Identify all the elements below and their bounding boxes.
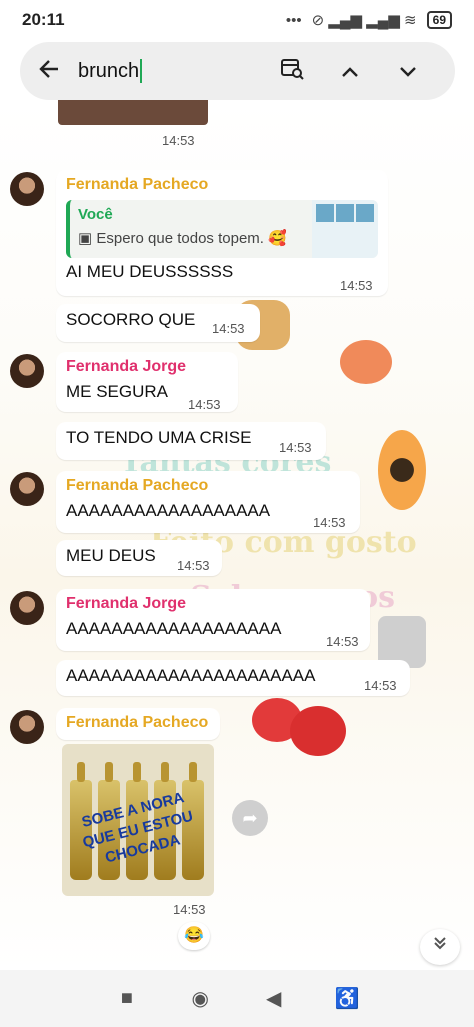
message-text: AAAAAAAAAAAAAAAAAA [66, 501, 271, 520]
image-icon: ▣ [78, 230, 97, 247]
calendar-search-icon[interactable] [263, 56, 321, 86]
message-text: AI MEU DEUSSSSSS [66, 262, 234, 281]
quote-text-value: Espero que todos topem. 🥰 [96, 230, 287, 247]
message-time: 14:53 [177, 558, 210, 573]
chevron-up-icon[interactable] [321, 58, 379, 84]
message-time: 14:53 [212, 321, 245, 336]
avatar[interactable] [10, 354, 44, 388]
message-time: 14:53 [279, 440, 312, 455]
message-time: 14:53 [188, 397, 221, 412]
previous-image-message[interactable] [58, 100, 208, 125]
status-bar: 20:11 ••• ⊘ ▂▄▆ ▂▄▆ ≋ 69 [0, 0, 474, 40]
recents-square-icon[interactable]: ■ [107, 987, 147, 1010]
search-input[interactable]: brunch [78, 59, 263, 83]
scroll-down-icon[interactable] [420, 929, 460, 965]
message-time: 14:53 [162, 133, 195, 148]
message-bubble[interactable]: Fernanda Jorge AAAAAAAAAAAAAAAAAAA [56, 589, 370, 651]
accessibility-icon[interactable]: ♿ [327, 986, 367, 1011]
message-text: AAAAAAAAAAAAAAAAAAAAAA [66, 666, 316, 685]
quote-thumbnail [312, 200, 378, 258]
sender-name: Fernanda Pacheco [66, 176, 209, 193]
message-bubble[interactable]: Fernanda Pacheco Você ▣ Espero que todos… [56, 170, 388, 296]
avatar[interactable] [10, 172, 44, 206]
more-dots-icon: ••• [285, 11, 302, 29]
quoted-message[interactable]: Você ▣ Espero que todos topem. 🥰 [66, 200, 378, 258]
status-icons: ••• ⊘ ▂▄▆ ▂▄▆ ≋ 69 [286, 11, 452, 29]
search-bar: brunch [20, 42, 455, 100]
arrow-left-icon[interactable] [38, 56, 78, 87]
message-bubble[interactable]: Fernanda Pacheco [56, 708, 220, 740]
reaction-badge[interactable]: 😂 [178, 922, 210, 950]
avatar[interactable] [10, 591, 44, 625]
chevron-down-icon[interactable] [379, 58, 437, 84]
back-triangle-icon[interactable]: ◀ [254, 986, 294, 1011]
sender-name: Fernanda Jorge [66, 595, 187, 612]
strawberry-illustration-2 [290, 706, 346, 756]
peach-illustration [340, 340, 392, 384]
forward-icon[interactable]: ➦ [232, 800, 268, 836]
message-time: 14:53 [364, 678, 397, 693]
message-time: 14:53 [313, 515, 346, 530]
status-time: 20:11 [22, 10, 65, 29]
avatar[interactable] [10, 472, 44, 506]
sender-name: Fernanda Pacheco [66, 477, 209, 494]
papaya-illustration [378, 430, 426, 510]
image-message[interactable]: SOBE A NORA QUE EU ESTOU CHOCADA [62, 744, 214, 896]
system-nav-bar: ■ ◉ ◀ ♿ [0, 970, 474, 1027]
signal-wifi-icons: ⊘ ▂▄▆ ▂▄▆ ≋ [311, 12, 417, 29]
message-time: 14:53 [173, 902, 206, 917]
message-time: 14:53 [340, 278, 373, 293]
sender-name: Fernanda Pacheco [66, 714, 209, 731]
chat-area[interactable]: Tantas cores Feito com gosto Saboreamos … [0, 100, 474, 970]
text-caret [140, 59, 143, 83]
message-text: AAAAAAAAAAAAAAAAAAA [66, 619, 282, 638]
battery-icon: 69 [426, 11, 452, 29]
search-query: brunch [78, 59, 140, 82]
message-bubble[interactable]: AAAAAAAAAAAAAAAAAAAAAA [56, 660, 410, 696]
sender-name: Fernanda Jorge [66, 358, 187, 375]
home-circle-icon[interactable]: ◉ [180, 986, 220, 1011]
message-time: 14:53 [326, 634, 359, 649]
avatar[interactable] [10, 710, 44, 744]
